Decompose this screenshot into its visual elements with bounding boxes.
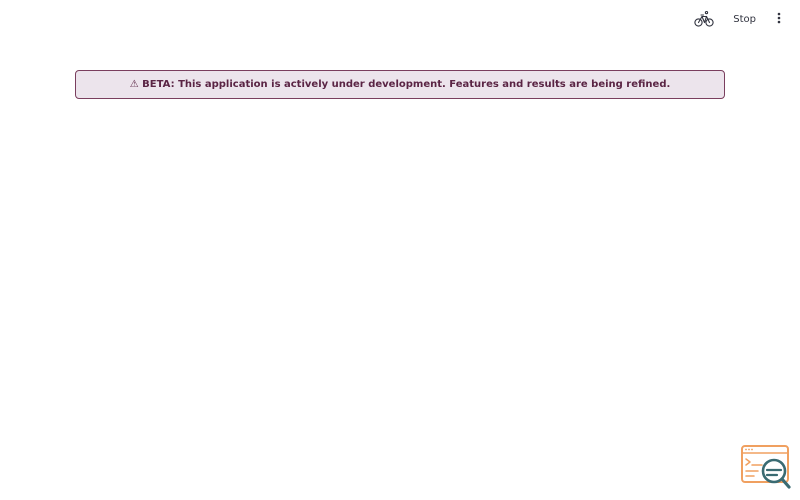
main-menu-button[interactable]	[768, 8, 790, 30]
console-search-badge[interactable]	[740, 444, 792, 490]
stop-button[interactable]: Stop	[727, 12, 762, 27]
beta-warning-text: ⚠ BETA: This application is actively und…	[129, 79, 671, 90]
beta-warning-banner: ⚠ BETA: This application is actively und…	[75, 70, 725, 99]
vertical-ellipsis-icon	[777, 12, 781, 27]
top-toolbar: Stop	[693, 8, 790, 30]
bicycle-icon	[693, 8, 715, 30]
console-search-icon	[740, 445, 792, 494]
app-root: Stop ⚠ BETA: This application is activel…	[0, 0, 800, 500]
